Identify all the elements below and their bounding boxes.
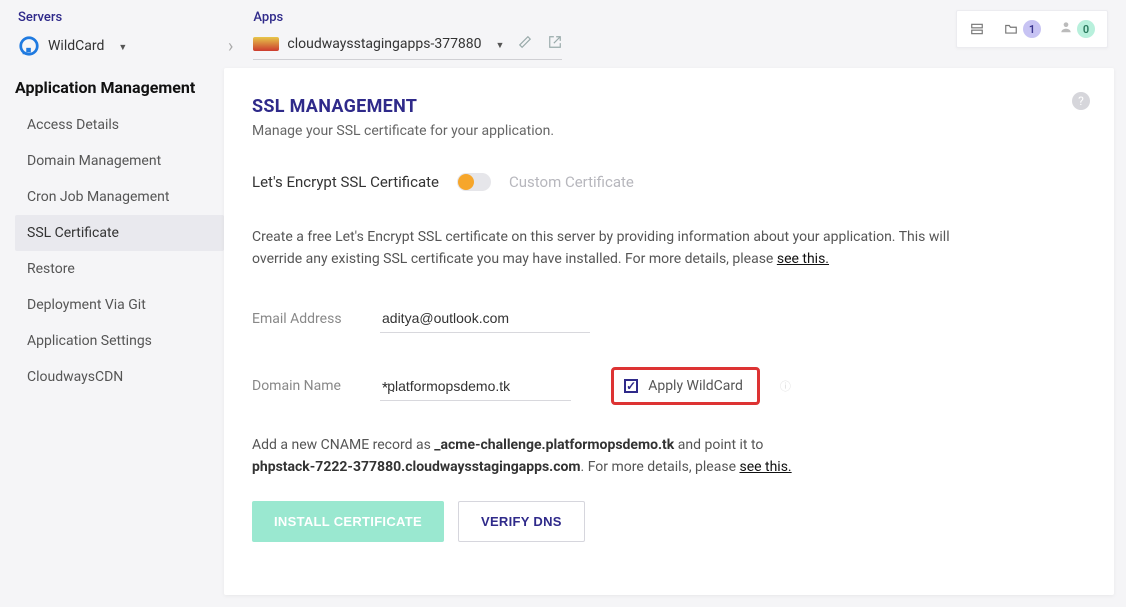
cname-link[interactable]: see this.: [739, 459, 791, 475]
apply-wildcard-checkbox[interactable]: [624, 379, 638, 393]
sidebar-item-cloudwayscdn[interactable]: CloudwaysCDN: [15, 359, 224, 395]
content: Application Management Access DetailsDom…: [0, 68, 1126, 607]
apply-wildcard-group: Apply WildCard: [611, 367, 760, 405]
cname-instructions: Add a new CNAME record as _acme-challeng…: [252, 435, 972, 478]
wildcard-info-icon[interactable]: ⓘ: [780, 378, 791, 394]
apps-label[interactable]: Apps: [253, 10, 562, 25]
sidebar-item-domain-management[interactable]: Domain Management: [15, 143, 224, 179]
top-bar: Servers WildCard Apps cloudwaysstagingap…: [0, 0, 1126, 68]
user-badge: 0: [1077, 20, 1095, 38]
main-panel: ? SSL MANAGEMENT Manage your SSL certifi…: [224, 68, 1114, 595]
tab-custom-cert[interactable]: Custom Certificate: [509, 173, 634, 191]
apps-breadcrumb: Apps cloudwaysstagingapps-377880: [253, 10, 562, 60]
sidebar-item-restore[interactable]: Restore: [15, 251, 224, 287]
sidebar-item-deployment-via-git[interactable]: Deployment Via Git: [15, 287, 224, 323]
email-row: Email Address: [252, 304, 1086, 333]
breadcrumb: Servers WildCard Apps cloudwaysstagingap…: [18, 10, 956, 63]
description-link[interactable]: see this.: [777, 251, 829, 267]
certificate-type-toggle[interactable]: [457, 173, 491, 191]
servers-label[interactable]: Servers: [18, 10, 208, 25]
servers-list-icon[interactable]: [969, 22, 985, 36]
cname-record: _acme-challenge.platformopsdemo.tk: [434, 437, 674, 453]
domain-input[interactable]: [385, 372, 571, 401]
digitalocean-icon: [18, 35, 40, 57]
certificate-tabs: Let's Encrypt SSL Certificate Custom Cer…: [252, 173, 1086, 191]
php-stack-icon: [253, 37, 279, 51]
description-text: Create a free Let's Encrypt SSL certific…: [252, 227, 972, 270]
servers-breadcrumb: Servers WildCard: [18, 10, 208, 63]
sidebar-item-application-settings[interactable]: Application Settings: [15, 323, 224, 359]
sidebar-item-cron-job-management[interactable]: Cron Job Management: [15, 179, 224, 215]
open-external-icon[interactable]: [548, 35, 562, 53]
domain-label: Domain Name: [252, 378, 362, 394]
action-buttons: INSTALL CERTIFICATE VERIFY DNS: [252, 501, 1086, 542]
help-icon[interactable]: ?: [1072, 92, 1090, 110]
tab-lets-encrypt[interactable]: Let's Encrypt SSL Certificate: [252, 173, 439, 191]
verify-dns-button[interactable]: VERIFY DNS: [458, 501, 585, 542]
chevron-right-icon: [222, 36, 239, 57]
sidebar: Application Management Access DetailsDom…: [0, 68, 224, 595]
install-certificate-button[interactable]: INSTALL CERTIFICATE: [252, 501, 444, 542]
app-caret-icon: [490, 36, 505, 52]
server-name: WildCard: [48, 38, 104, 54]
server-selector[interactable]: WildCard: [18, 35, 208, 63]
app-selector[interactable]: cloudwaysstagingapps-377880: [253, 35, 562, 60]
sidebar-heading: Application Management: [15, 78, 224, 97]
edit-app-icon[interactable]: [518, 35, 532, 53]
app-name: cloudwaysstagingapps-377880: [287, 36, 481, 52]
sidebar-item-ssl-certificate[interactable]: SSL Certificate: [15, 215, 224, 251]
user-menu[interactable]: 0: [1059, 20, 1095, 38]
projects-badge: 1: [1023, 20, 1041, 38]
panel-title: SSL MANAGEMENT: [252, 96, 1086, 117]
projects-icon[interactable]: 1: [1003, 20, 1041, 38]
cname-target: phpstack-7222-377880.cloudwaysstagingapp…: [252, 459, 581, 475]
email-input[interactable]: [380, 304, 590, 333]
domain-row: Domain Name * . Apply WildCard ⓘ: [252, 367, 1086, 405]
panel-subtitle: Manage your SSL certificate for your app…: [252, 123, 1086, 139]
sidebar-item-access-details[interactable]: Access Details: [15, 107, 224, 143]
top-right-toolbar: 1 0: [956, 10, 1108, 48]
apply-wildcard-label: Apply WildCard: [648, 378, 743, 394]
email-label: Email Address: [252, 311, 362, 327]
server-caret-icon: [112, 38, 127, 54]
